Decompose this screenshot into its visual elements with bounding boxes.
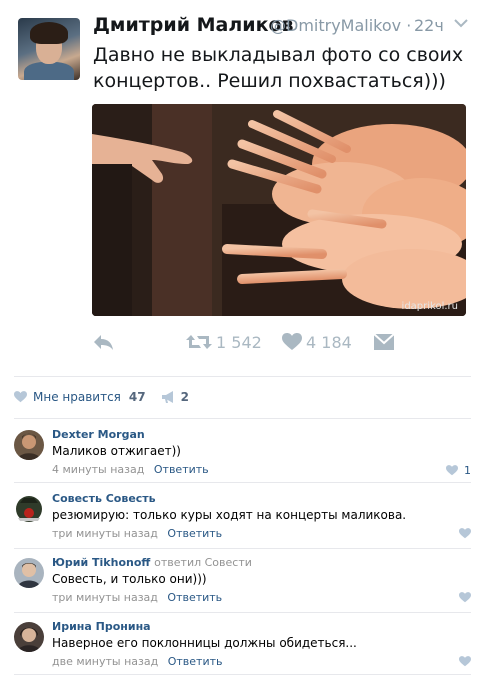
comment-like-count: 1 [464,464,471,477]
heart-icon [459,528,471,539]
direct-message-button[interactable] [374,330,394,354]
retweet-icon [186,335,212,349]
divider [14,482,471,483]
comment-meta: 4 минуты назад Ответить [52,463,209,476]
chickens-illustration [92,104,466,316]
handle-separator: · [406,16,412,35]
comment-text: Наверное его поклонницы должны обидеться… [52,636,357,650]
comment-item: Dexter Morgan Маликов отжигает)) 4 минут… [14,426,471,486]
comment-author[interactable]: Совесть Совесть [52,492,156,505]
replied-to[interactable]: ответил Совести [154,556,252,569]
heart-icon [459,656,471,667]
tweet-time[interactable]: 22ч [414,16,444,35]
comment-author[interactable]: Dexter Morgan [52,428,145,441]
comment-like-button[interactable] [459,528,471,539]
comment-text: Маликов отжигает)) [52,444,181,458]
author-name: Юрий Tikhonoff [52,556,151,569]
chevron-down-icon[interactable] [454,18,468,28]
comment-meta: две минуты назад Ответить [52,655,222,668]
commenter-avatar[interactable] [14,430,44,460]
tweet-photo[interactable]: idaprikol.ru [92,104,466,316]
reply-icon [94,335,113,350]
handle-text: @DmitryMalikov [270,16,402,35]
like-count[interactable]: 47 [129,390,146,404]
comment-item: Юрий Tikhonoff ответил Совести Совесть, … [14,554,471,614]
tweet-text: Давно не выкладывал фото со своих концер… [93,44,464,92]
comment-like-button[interactable]: 1 [446,464,471,477]
author-handle[interactable]: @DmitryMalikov · [270,16,411,35]
reply-link[interactable]: Ответить [154,463,209,476]
reply-link[interactable]: Ответить [168,655,223,668]
comment-time[interactable]: 4 минуты назад [52,463,144,476]
reply-link[interactable]: Ответить [167,591,222,604]
reply-button[interactable] [92,330,114,354]
comment-time[interactable]: две минуты назад [52,655,158,668]
author-name: Dexter Morgan [52,428,145,441]
heart-icon [282,333,302,350]
comment-meta: три минуты назад Ответить [52,591,222,604]
comment-meta: три минуты назад Ответить [52,527,222,540]
comment-item: Совесть Совесть резюмирую: только куры х… [14,490,471,550]
avatar-shirt [24,62,74,80]
commenter-avatar[interactable] [14,558,44,588]
comment-like-button[interactable] [459,656,471,667]
tweet-card: Дмитрий Маликов @DmitryMalikov · 22ч Дав… [0,0,485,372]
vk-likes-bar: Мне нравится 47 2 [14,386,189,408]
comment-item: Ирина Пронина Наверное его поклонницы до… [14,618,471,678]
tweet-actions: 1 542 4 184 [92,330,412,356]
commenter-avatar[interactable] [14,494,44,524]
photo-watermark: idaprikol.ru [401,301,458,312]
retweet-count: 1 542 [216,332,262,352]
comment-author[interactable]: Юрий Tikhonoff ответил Совести [52,556,252,569]
divider [14,418,471,419]
divider [14,612,471,613]
avatar-hair [30,22,68,44]
like-count: 4 184 [306,332,352,352]
comment-author[interactable]: Ирина Пронина [52,620,151,633]
heart-icon[interactable] [14,391,27,403]
comment-time[interactable]: три минуты назад [52,591,158,604]
author-avatar[interactable] [18,18,80,80]
heart-icon [446,465,458,476]
comment-text: Совесть, и только они))) [52,572,207,586]
share-count: 2 [180,390,189,404]
message-icon [374,334,394,350]
heart-icon [459,592,471,603]
comment-text: резюмирую: только куры ходят на концерты… [52,508,407,522]
reply-link[interactable]: Ответить [167,527,222,540]
divider [14,674,471,675]
author-name: Ирина Пронина [52,620,151,633]
share-button[interactable]: 2 [161,390,189,404]
divider [14,548,471,549]
commenter-avatar[interactable] [14,622,44,652]
author-name[interactable]: Дмитрий Маликов [93,14,294,36]
megaphone-icon [161,391,173,403]
comment-time[interactable]: три минуты назад [52,527,158,540]
like-button[interactable]: 4 184 [282,330,352,354]
divider [14,376,471,377]
author-name: Совесть Совесть [52,492,156,505]
comment-like-button[interactable] [459,592,471,603]
like-label[interactable]: Мне нравится [33,390,121,404]
retweet-button[interactable]: 1 542 [186,330,262,354]
